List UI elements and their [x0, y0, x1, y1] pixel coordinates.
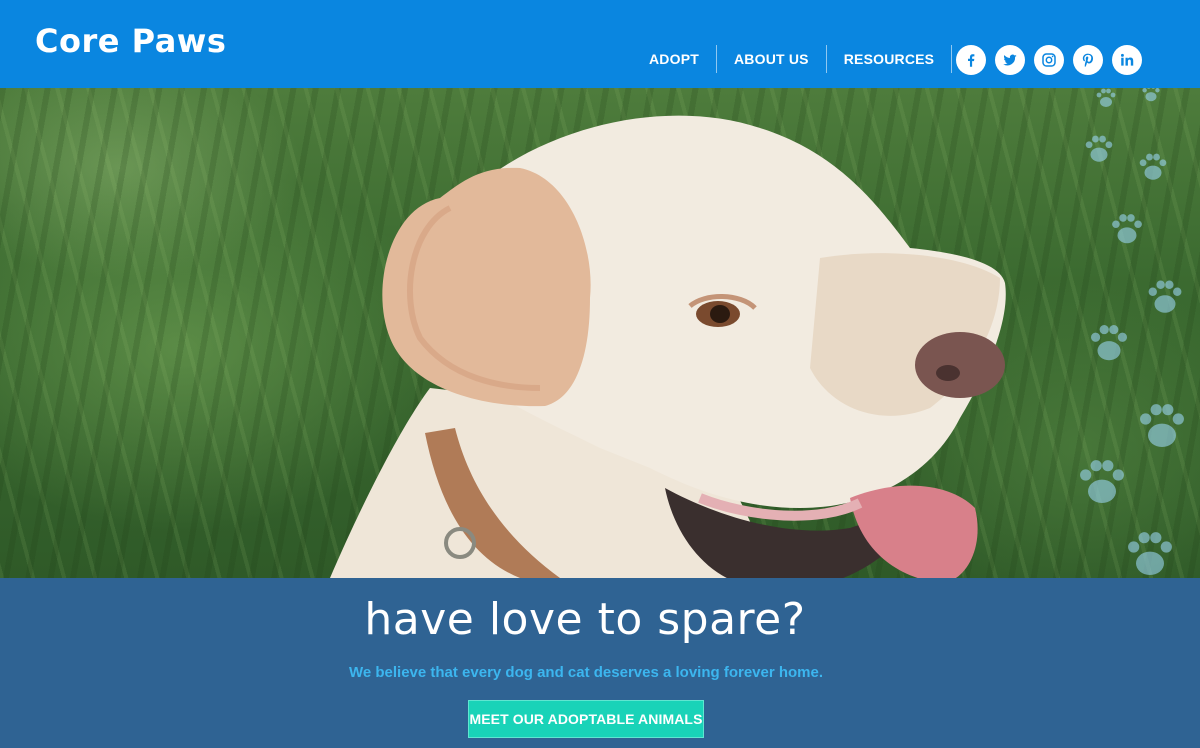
paw-print-icon [1094, 88, 1118, 110]
facebook-icon[interactable] [956, 45, 986, 75]
hero-tagline: We believe that every dog and cat deserv… [348, 664, 824, 681]
paw-print-icon [1140, 88, 1162, 104]
hero-image [0, 88, 1200, 578]
social-links [956, 45, 1142, 75]
nav-adopt[interactable]: ADOPT [632, 45, 716, 73]
paw-print-icon [1082, 132, 1116, 166]
site-logo[interactable]: Core Paws [35, 22, 226, 60]
meet-adoptable-animals-button[interactable]: MEET OUR ADOPTABLE ANIMALS [468, 700, 704, 738]
hero-headline: have love to spare? [364, 594, 806, 645]
paw-print-icon [1086, 320, 1132, 366]
site-header: Core Paws ADOPT ABOUT US RESOURCES [0, 0, 1200, 88]
paw-print-icon [1134, 398, 1190, 454]
nav-divider [951, 45, 953, 73]
twitter-icon[interactable] [995, 45, 1025, 75]
instagram-icon[interactable] [1034, 45, 1064, 75]
paw-print-icon [1074, 454, 1130, 510]
nav-about-us[interactable]: ABOUT US [717, 45, 826, 73]
linkedin-icon[interactable] [1112, 45, 1142, 75]
paw-print-icon [1108, 210, 1146, 248]
paw-print-icon [1122, 526, 1178, 578]
paw-print-icon [1136, 150, 1170, 184]
nav-resources[interactable]: RESOURCES [827, 45, 951, 73]
main-nav: ADOPT ABOUT US RESOURCES [632, 45, 953, 73]
dog-photo [330, 115, 1006, 578]
pinterest-icon[interactable] [1073, 45, 1103, 75]
cta-section: have love to spare? We believe that ever… [0, 578, 1200, 748]
paw-print-icon [1144, 276, 1186, 318]
